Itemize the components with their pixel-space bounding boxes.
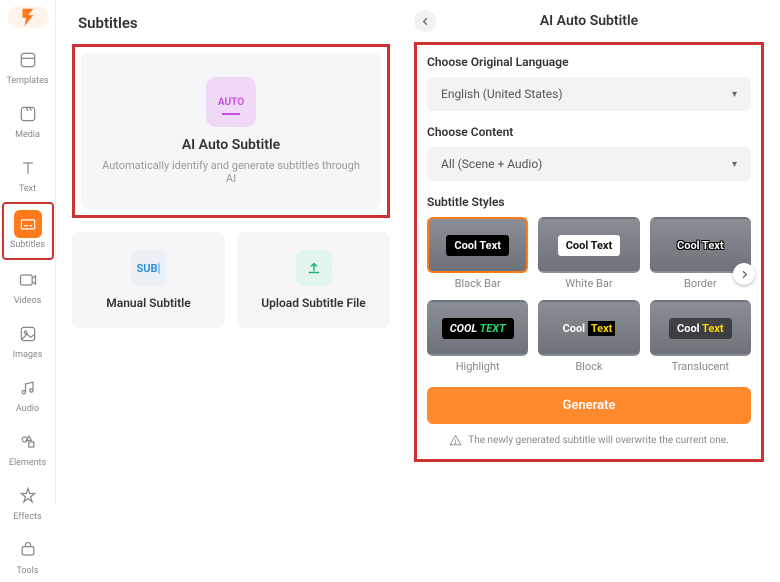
select-value: English (United States)	[441, 87, 563, 101]
upload-icon	[296, 250, 332, 286]
card-heading: Manual Subtitle	[82, 296, 215, 310]
sidebar: Templates Media Text Subtitles Videos Im…	[0, 0, 56, 503]
language-select[interactable]: English (United States) ▾	[427, 77, 751, 111]
sidebar-item-elements[interactable]: Elements	[4, 422, 52, 474]
nav-label: Text	[19, 184, 36, 194]
text-icon	[18, 158, 38, 178]
select-value: All (Scene + Audio)	[441, 157, 542, 171]
panel-title: AI Auto Subtitle	[436, 13, 742, 29]
style-black-bar[interactable]: Cool Text	[427, 217, 528, 273]
selection-highlight-card: AUTO AI Auto Subtitle Automatically iden…	[72, 44, 390, 218]
content-label: Choose Content	[427, 125, 751, 139]
style-block[interactable]: Cool Text	[538, 300, 639, 356]
style-label: Translucent	[650, 360, 751, 373]
ai-auto-subtitle-panel: AI Auto Subtitle Choose Original Languag…	[406, 0, 780, 503]
style-translucent[interactable]: Cool Text	[650, 300, 751, 356]
warning-icon	[449, 434, 462, 447]
manual-subtitle-icon: SUB|	[131, 250, 167, 286]
tools-icon	[18, 540, 38, 560]
nav-label: Elements	[9, 458, 46, 468]
card-heading: Upload Subtitle File	[247, 296, 380, 310]
images-icon	[18, 324, 38, 344]
sidebar-item-effects[interactable]: Effects	[4, 476, 52, 528]
style-white-bar[interactable]: Cool Text	[538, 217, 639, 273]
nav-label: Templates	[6, 76, 48, 86]
nav-label: Audio	[16, 404, 39, 414]
sidebar-item-audio[interactable]: Audio	[4, 368, 52, 420]
generate-button[interactable]: Generate	[427, 387, 751, 424]
nav-label: Images	[13, 350, 43, 360]
selection-highlight-sidebar: Subtitles	[2, 202, 54, 260]
sidebar-item-media[interactable]: Media	[4, 94, 52, 146]
style-border[interactable]: Cool Text	[650, 217, 751, 273]
content-select[interactable]: All (Scene + Audio) ▾	[427, 147, 751, 181]
overwrite-warning: The newly generated subtitle will overwr…	[427, 434, 751, 447]
sidebar-item-text[interactable]: Text	[4, 148, 52, 200]
nav-label: Tools	[16, 566, 38, 576]
panel-title: Subtitles	[78, 14, 390, 32]
manual-subtitle-card[interactable]: SUB| Manual Subtitle	[72, 232, 225, 328]
templates-icon	[18, 50, 38, 70]
nav-label: Subtitles	[10, 240, 45, 250]
subtitle-styles-grid: Cool Text Black Bar Cool Text White Bar …	[427, 217, 751, 373]
subtitles-panel: Subtitles AUTO AI Auto Subtitle Automati…	[56, 0, 406, 503]
language-label: Choose Original Language	[427, 55, 751, 69]
auto-icon: AUTO	[206, 77, 256, 127]
back-button[interactable]	[414, 10, 436, 32]
chevron-down-icon: ▾	[732, 159, 737, 170]
subtitles-icon	[18, 214, 38, 234]
nav-label: Media	[15, 130, 40, 140]
style-label: Highlight	[427, 360, 528, 373]
styles-next-button[interactable]	[733, 263, 755, 285]
nav-label: Videos	[14, 296, 42, 306]
sidebar-item-images[interactable]: Images	[4, 314, 52, 366]
audio-icon	[18, 378, 38, 398]
style-label: Block	[538, 360, 639, 373]
chevron-left-icon	[420, 16, 431, 27]
style-highlight[interactable]: COOL TEXT	[427, 300, 528, 356]
sidebar-item-templates[interactable]: Templates	[4, 40, 52, 92]
media-icon	[18, 104, 38, 124]
videos-icon	[18, 270, 38, 290]
styles-label: Subtitle Styles	[427, 195, 751, 209]
ai-auto-subtitle-card[interactable]: AUTO AI Auto Subtitle Automatically iden…	[81, 53, 381, 209]
nav-label: Effects	[13, 512, 41, 522]
card-description: Automatically identify and generate subt…	[97, 159, 365, 185]
chevron-right-icon	[739, 269, 750, 280]
style-label: White Bar	[538, 277, 639, 290]
selection-highlight-settings: Choose Original Language English (United…	[414, 42, 764, 462]
sidebar-item-tools[interactable]: Tools	[4, 530, 52, 582]
sidebar-item-subtitles[interactable]: Subtitles	[4, 204, 52, 256]
chevron-down-icon: ▾	[732, 89, 737, 100]
card-heading: AI Auto Subtitle	[97, 137, 365, 153]
style-label: Black Bar	[427, 277, 528, 290]
elements-icon	[18, 432, 38, 452]
effects-icon	[18, 486, 38, 506]
sidebar-item-videos[interactable]: Videos	[4, 260, 52, 312]
upload-subtitle-card[interactable]: Upload Subtitle File	[237, 232, 390, 328]
app-logo	[8, 6, 48, 28]
